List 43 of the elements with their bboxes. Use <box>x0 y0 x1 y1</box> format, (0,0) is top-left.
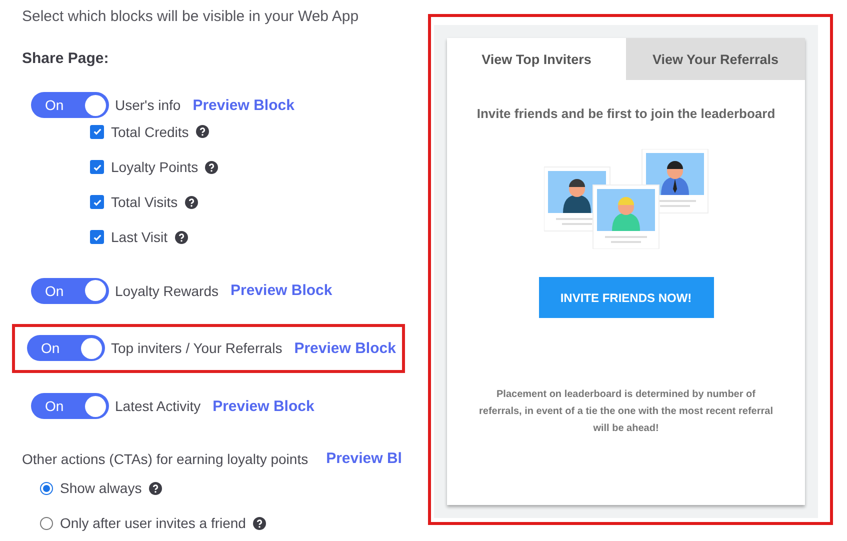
radio-button[interactable] <box>40 482 53 495</box>
radio-button[interactable] <box>40 516 53 530</box>
checkbox[interactable] <box>90 230 104 244</box>
checkmark-icon <box>92 162 102 172</box>
option-label: Show always <box>60 480 142 496</box>
leaderboard-note: Placement on leaderboard is determined by number of referrals, in event of a tie the one with the most recent referral will be ahead! <box>478 388 774 436</box>
toggle-switch[interactable]: On <box>31 92 109 118</box>
invite-friends-button[interactable]: INVITE FRIENDS NOW! <box>538 277 714 318</box>
toggle-switch[interactable]: On <box>31 278 109 304</box>
option-label: Total Visits <box>111 194 178 210</box>
checkbox[interactable] <box>90 195 104 210</box>
preview-link[interactable]: Preview Bl <box>326 450 402 468</box>
block-label: Latest Activity <box>115 398 201 414</box>
option-label: Loyalty Points <box>111 159 198 176</box>
checkmark-icon <box>92 232 102 242</box>
block-label: Loyalty Rewards <box>115 282 218 299</box>
help-icon[interactable] <box>205 160 218 174</box>
preview-link[interactable]: Preview Block <box>294 340 396 357</box>
preview-heading: Invite friends and be first to join the leaderboard <box>476 106 776 121</box>
help-icon[interactable] <box>174 230 188 244</box>
toggle-switch[interactable]: On <box>31 393 109 420</box>
option-label: Last Visit <box>111 229 168 246</box>
section-title: Share Page: <box>22 50 110 69</box>
checkmark-icon <box>92 198 102 207</box>
help-icon[interactable] <box>148 482 162 495</box>
toggle-switch[interactable]: On <box>27 335 105 362</box>
help-icon[interactable] <box>184 196 198 209</box>
cta-label: Other actions (CTAs) for earning loyalty points <box>22 450 308 467</box>
tab[interactable]: View Your Referrals <box>626 38 805 80</box>
block-label: User's info <box>115 97 181 114</box>
help-icon[interactable] <box>252 516 266 530</box>
help-icon[interactable] <box>196 125 209 138</box>
checkbox[interactable] <box>90 124 104 139</box>
subtitle: Select which blocks will be visible in your Web App <box>22 8 360 27</box>
preview-link[interactable]: Preview Block <box>212 398 314 415</box>
tab[interactable]: View Top Inviters <box>447 38 626 80</box>
preview-link[interactable]: Preview Block <box>230 282 332 300</box>
checkmark-icon <box>92 127 102 136</box>
option-label: Total Credits <box>111 124 189 140</box>
checkbox[interactable] <box>90 160 104 174</box>
preview-link[interactable]: Preview Block <box>192 96 294 114</box>
block-label: Top inviters / Your Referrals <box>111 340 282 356</box>
option-label: Only after user invites a friend <box>60 515 246 532</box>
